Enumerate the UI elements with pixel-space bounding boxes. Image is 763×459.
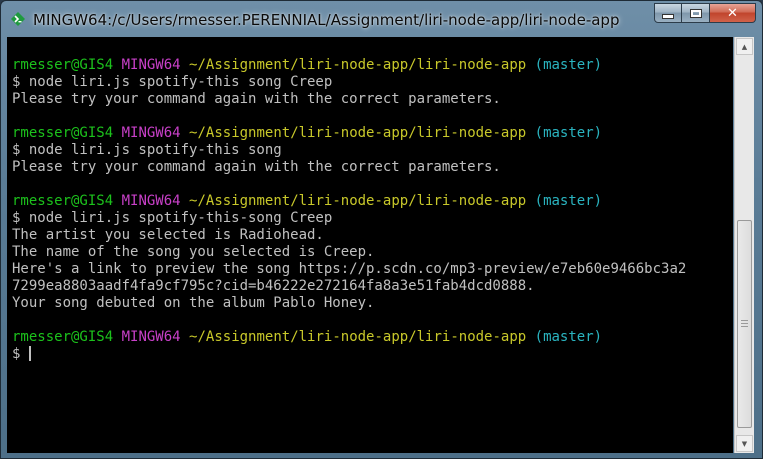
line-text: Please try your command again with the c… xyxy=(12,159,501,175)
output-line: The name of the song you selected is Cre… xyxy=(12,244,374,261)
line-text: $ xyxy=(12,346,21,362)
prompt-env: MINGW64 xyxy=(121,57,181,73)
minimize-icon xyxy=(662,13,674,19)
minimize-button[interactable] xyxy=(654,3,682,23)
thumb-grip-line xyxy=(741,320,748,321)
prompt-line: rmesser@GIS4 MINGW64 ~/Assignment/liri-n… xyxy=(12,329,602,346)
terminal-window: MINGW64:/c/Users/rmesser.PERENNIAL/Assig… xyxy=(0,0,763,459)
terminal-output[interactable]: rmesser@GIS4 MINGW64 ~/Assignment/liri-n… xyxy=(7,37,733,453)
maximize-button[interactable] xyxy=(682,3,710,23)
output-line: $ node liri.js spotify-this song xyxy=(12,142,282,159)
vertical-scrollbar[interactable]: ▲ ▼ xyxy=(734,37,754,453)
output-line: Your song debuted on the album Pablo Hon… xyxy=(12,295,374,312)
scroll-up-arrow-icon: ▲ xyxy=(741,42,748,51)
output-line: Here's a link to preview the song https:… xyxy=(12,261,686,278)
output-line: Please try your command again with the c… xyxy=(12,91,501,108)
prompt-line: rmesser@GIS4 MINGW64 ~/Assignment/liri-n… xyxy=(12,193,602,210)
maximize-icon xyxy=(689,8,702,18)
line-text: 7299ea8803aadf4fa9cf795c?cid=b46222e2721… xyxy=(12,278,535,294)
prompt-user: rmesser@GIS4 xyxy=(12,193,114,209)
line-text: $ node liri.js spotify-this song xyxy=(12,142,282,158)
prompt-user: rmesser@GIS4 xyxy=(12,329,114,345)
prompt-env: MINGW64 xyxy=(121,329,181,345)
output-line: $ node liri.js spotify-this song Creep xyxy=(12,74,332,91)
close-icon: ✕ xyxy=(727,5,738,21)
scroll-down-button[interactable]: ▼ xyxy=(736,435,753,452)
line-text: The name of the song you selected is Cre… xyxy=(12,244,375,260)
prompt-branch: (master) xyxy=(534,57,603,73)
scroll-down-arrow-icon: ▼ xyxy=(741,439,748,448)
prompt-path: ~/Assignment/liri-node-app/liri-node-app xyxy=(189,125,527,141)
text-cursor[interactable] xyxy=(29,346,32,361)
window-title: MINGW64:/c/Users/rmesser.PERENNIAL/Assig… xyxy=(33,11,620,29)
git-bash-icon xyxy=(11,12,25,26)
line-text: The artist you selected is Radiohead. xyxy=(12,227,324,243)
prompt-branch: (master) xyxy=(534,329,603,345)
output-line: 7299ea8803aadf4fa9cf795c?cid=b46222e2721… xyxy=(12,278,535,295)
prompt-path: ~/Assignment/liri-node-app/liri-node-app xyxy=(189,193,527,209)
input-line: $ xyxy=(12,346,32,363)
thumb-grip-line xyxy=(741,323,748,324)
prompt-user: rmesser@GIS4 xyxy=(12,125,114,141)
prompt-branch: (master) xyxy=(534,125,603,141)
prompt-path: ~/Assignment/liri-node-app/liri-node-app xyxy=(189,329,527,345)
scroll-up-button[interactable]: ▲ xyxy=(736,38,753,55)
line-text: $ node liri.js spotify-this-song Creep xyxy=(12,210,333,226)
line-text: Your song debuted on the album Pablo Hon… xyxy=(12,295,375,311)
line-text: Here's a link to preview the song https:… xyxy=(12,261,687,277)
thumb-grip-line xyxy=(741,326,748,327)
prompt-env: MINGW64 xyxy=(121,193,181,209)
prompt-line: rmesser@GIS4 MINGW64 ~/Assignment/liri-n… xyxy=(12,125,602,142)
prompt-env: MINGW64 xyxy=(121,125,181,141)
prompt-line: rmesser@GIS4 MINGW64 ~/Assignment/liri-n… xyxy=(12,57,602,74)
prompt-branch: (master) xyxy=(534,193,603,209)
window-controls: ✕ xyxy=(654,3,756,25)
output-line: Please try your command again with the c… xyxy=(12,159,501,176)
close-button[interactable]: ✕ xyxy=(710,3,756,23)
title-bar[interactable]: MINGW64:/c/Users/rmesser.PERENNIAL/Assig… xyxy=(1,1,762,37)
output-line: The artist you selected is Radiohead. xyxy=(12,227,324,244)
line-text: $ node liri.js spotify-this song Creep xyxy=(12,74,333,90)
prompt-path: ~/Assignment/liri-node-app/liri-node-app xyxy=(189,57,527,73)
scrollbar-thumb[interactable] xyxy=(737,220,752,428)
prompt-user: rmesser@GIS4 xyxy=(12,57,114,73)
line-text: Please try your command again with the c… xyxy=(12,91,501,107)
output-line: $ node liri.js spotify-this-song Creep xyxy=(12,210,332,227)
